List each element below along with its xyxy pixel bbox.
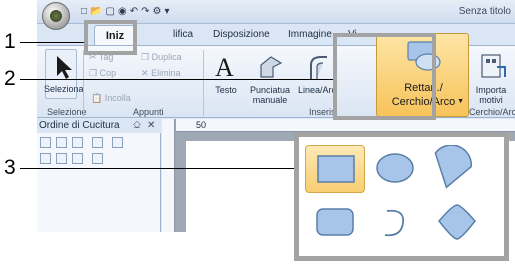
delete-label: Elimina <box>151 68 181 78</box>
panel-tool-icon[interactable] <box>92 137 103 148</box>
tab-modify[interactable]: lifica <box>173 29 193 40</box>
panel-tool-icon[interactable] <box>56 153 67 164</box>
shape-group-label: Cerchio/Arc <box>469 107 515 117</box>
import-motifs-icon <box>481 54 506 78</box>
vertical-ruler <box>162 119 175 232</box>
callout-number-1: 1 <box>4 30 16 53</box>
text-label: Testo <box>215 85 237 95</box>
select-arrow-icon <box>57 56 72 79</box>
panel-tool-icon[interactable] <box>72 137 83 148</box>
import-motifs-label-2: motivi <box>479 95 503 105</box>
horizontal-ruler: 50 <box>176 119 515 132</box>
rounded-rectangle-icon <box>316 208 354 236</box>
chevron-down-icon: ▼ <box>457 98 464 105</box>
home-tab-highlight <box>84 20 137 55</box>
duplicate-label: Duplica <box>151 52 182 62</box>
panel-tool-icon[interactable] <box>40 137 51 148</box>
panel-tool-icon[interactable] <box>72 153 83 164</box>
callout-line-2 <box>20 79 333 80</box>
gallery-item-fan[interactable] <box>427 145 487 193</box>
gallery-item-rounded-rectangle[interactable] <box>305 199 365 247</box>
clipboard-group-label: Appunti <box>133 107 164 117</box>
application-button[interactable] <box>42 2 70 30</box>
fan-shape-icon <box>434 145 473 189</box>
sewing-order-panel: Ordine di Cucitura ⎐ ✕ <box>37 119 161 232</box>
select-label: Seleziona <box>44 84 84 94</box>
panel-tool-icon[interactable] <box>40 153 51 164</box>
gallery-item-arc[interactable] <box>365 199 425 247</box>
pin-icon[interactable]: ⎐ <box>133 119 141 133</box>
tab-layout[interactable]: Disposizione <box>213 29 270 40</box>
callout-number-3: 3 <box>4 156 16 179</box>
manual-punch-button[interactable]: Punciatua manuale <box>247 49 293 105</box>
shape-gallery-popup <box>294 132 509 261</box>
import-motifs-button[interactable]: Importa motivi <box>469 49 513 105</box>
duplicate-icon: ❐ <box>141 52 150 62</box>
copy-label: Cop <box>99 68 117 78</box>
gallery-item-rectangle[interactable] <box>305 145 365 193</box>
group-separator <box>203 50 204 116</box>
delete-button[interactable]: ✕ Elimina <box>141 68 181 78</box>
ellipse-icon <box>376 153 414 183</box>
rectangle-icon <box>317 155 355 183</box>
arc-icon <box>384 209 405 237</box>
copy-button[interactable]: ❐ Cop <box>89 68 116 78</box>
group-separator <box>83 50 84 116</box>
quick-access-toolbar: □ 📂 ▢ ◉ ↶ ↷ ⚙ ▾ <box>79 6 169 18</box>
ruler-mark: 50 <box>196 120 207 130</box>
callout-line-1 <box>20 42 84 43</box>
gallery-item-ellipse[interactable] <box>365 145 425 193</box>
window-title: Senza titolo <box>458 6 511 17</box>
shape-button-highlight <box>333 33 436 120</box>
manual-punch-label-1: Punciatua <box>249 85 291 95</box>
import-motifs-label-1: Importa <box>475 85 507 95</box>
copy-icon: ❐ <box>89 68 98 78</box>
paste-button[interactable]: 📋 Incolla <box>91 93 131 103</box>
select-button[interactable]: Seleziona <box>44 49 84 99</box>
duplicate-button[interactable]: ❐ Duplica <box>141 52 182 62</box>
manual-punch-label-2: manuale <box>252 95 288 105</box>
open-icon[interactable]: 📂 <box>90 6 102 18</box>
insert-group-label: Inseris <box>309 107 336 117</box>
diamond-icon <box>438 204 476 240</box>
save-icon[interactable]: ▢ <box>106 6 115 18</box>
select-group-label: Selezione <box>47 107 87 117</box>
record-icon[interactable]: ◉ <box>118 6 127 18</box>
paste-label: Incolla <box>104 93 131 103</box>
close-icon[interactable]: ✕ <box>147 119 155 133</box>
settings-icon[interactable]: ⚙ <box>152 6 161 18</box>
new-icon[interactable]: □ <box>81 6 87 18</box>
delete-icon: ✕ <box>141 68 149 78</box>
gallery-item-diamond[interactable] <box>427 199 487 247</box>
text-button[interactable]: A Testo <box>209 49 243 105</box>
panel-tool-icon[interactable] <box>56 137 67 148</box>
panel-tool-icon[interactable] <box>92 153 103 164</box>
panel-tool-icon[interactable] <box>112 137 123 148</box>
paste-icon: 📋 <box>91 93 103 103</box>
callout-line-3 <box>20 168 294 169</box>
panel-title: Ordine di Cucitura <box>37 119 161 133</box>
undo-icon[interactable]: ↶ <box>130 6 138 18</box>
callout-number-2: 2 <box>4 67 16 90</box>
tab-image[interactable]: Immagine <box>288 29 332 40</box>
dropdown-icon[interactable]: ▾ <box>164 6 169 18</box>
redo-icon[interactable]: ↷ <box>141 6 149 18</box>
